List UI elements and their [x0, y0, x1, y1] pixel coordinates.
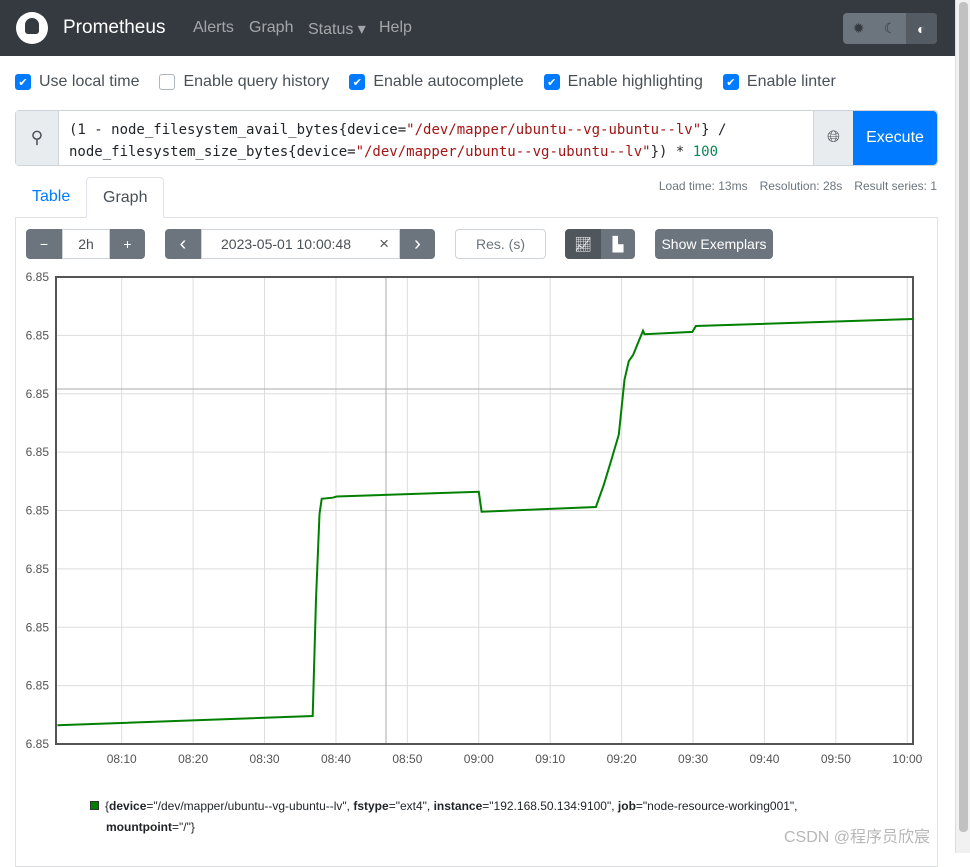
y-tick-label: 6.85	[26, 562, 50, 576]
option-label: Use local time	[39, 73, 140, 90]
option-label: Enable highlighting	[567, 73, 703, 90]
graph-chart[interactable]: 6.85 6.85 6.85 6.85 6.85 6.85 6.85 6.85 6.85 08:1…	[0, 265, 940, 775]
option-label: Enable linter	[746, 73, 836, 90]
option-4[interactable]: ✔ Enable linter	[722, 73, 836, 91]
query-bar: ⚲ (1 - node_filesystem_avail_bytes{devic…	[15, 110, 938, 166]
query-input[interactable]: (1 - node_filesystem_avail_bytes{device=…	[59, 111, 813, 165]
option-3[interactable]: ✔ Enable highlighting	[543, 73, 703, 91]
option-0[interactable]: ✔ Use local time	[15, 73, 139, 91]
x-tick-label: 08:40	[321, 752, 351, 766]
contrast-icon[interactable]: ◐	[905, 13, 937, 44]
checkbox[interactable]: ✔	[722, 74, 739, 90]
option-1[interactable]: Enable query history	[159, 73, 329, 91]
result-series: Result series: 1	[854, 179, 937, 193]
tab-table[interactable]: Table	[16, 177, 86, 218]
x-tick-label: 08:50	[392, 752, 422, 766]
option-label: Enable autocomplete	[373, 73, 524, 90]
resolution: Resolution: 28s	[759, 179, 843, 193]
y-tick-label: 6.85	[26, 679, 50, 693]
sun-icon[interactable]: ✹	[843, 13, 874, 44]
watermark: CSDN @程序员欣宸	[784, 829, 931, 846]
resolution-input[interactable]: Res. (s)	[455, 229, 546, 259]
option-label: Enable query history	[183, 73, 330, 90]
x-tick-label: 09:50	[821, 752, 851, 766]
x-tick-label: 08:30	[250, 752, 280, 766]
clear-icon[interactable]: ×	[379, 234, 389, 254]
x-tick-label: 08:10	[107, 752, 137, 766]
metrics-explorer-icon[interactable]: 🌐︎	[813, 111, 853, 165]
checkbox[interactable]: ✔	[543, 74, 560, 90]
x-tick-label: 09:20	[607, 752, 637, 766]
stacked-chart-icon[interactable]: ▙	[601, 229, 635, 259]
next-time-button[interactable]: ›	[400, 229, 435, 259]
end-time-input[interactable]: 2023-05-01 10:00:48 ×	[201, 229, 400, 259]
brand[interactable]: Prometheus	[63, 17, 165, 39]
x-tick-label: 09:10	[535, 752, 565, 766]
x-tick-label: 09:00	[464, 752, 494, 766]
nav-status[interactable]: Status ▾	[308, 19, 366, 39]
theme-toggle: ✹ ☾ ◐	[843, 13, 937, 44]
prev-time-button[interactable]: ‹	[165, 229, 201, 259]
line-chart-icon[interactable]: 📈︎	[565, 229, 601, 259]
load-time: Load time: 13ms	[658, 179, 748, 193]
decrease-range-button[interactable]: −	[26, 229, 62, 259]
scrollbar[interactable]	[955, 0, 970, 853]
y-tick-label: 6.85	[26, 737, 50, 751]
y-tick-label: 6.85	[26, 504, 50, 518]
checkbox[interactable]: ✔	[349, 74, 366, 90]
tab-graph[interactable]: Graph	[86, 177, 165, 218]
nav-alerts[interactable]: Alerts	[193, 19, 234, 37]
legend[interactable]: {device="/dev/mapper/ubuntu--vg-ubuntu--…	[90, 796, 810, 838]
checkbox[interactable]: ✔	[15, 74, 31, 90]
x-tick-label: 09:40	[749, 752, 779, 766]
increase-range-button[interactable]: +	[110, 229, 145, 259]
y-tick-label: 6.85	[26, 445, 50, 459]
show-exemplars-button[interactable]: Show Exemplars	[655, 229, 773, 259]
navbar: Prometheus Alerts Graph Status ▾ Help ✹ …	[0, 0, 955, 56]
query-stats: Load time: 13ms Resolution: 28s Result s…	[659, 179, 937, 193]
option-2[interactable]: ✔ Enable autocomplete	[349, 73, 524, 91]
y-tick-label: 6.85	[26, 620, 50, 634]
moon-icon[interactable]: ☾	[874, 13, 905, 44]
nav-graph[interactable]: Graph	[249, 19, 293, 37]
x-tick-label: 10:00	[892, 752, 922, 766]
options-row: ✔ Use local time Enable query history ✔ Enab…	[15, 73, 856, 91]
x-tick-label: 08:20	[178, 752, 208, 766]
range-input[interactable]: 2h	[62, 229, 110, 259]
execute-button[interactable]: Execute	[853, 111, 937, 165]
y-tick-label: 6.85	[26, 270, 50, 284]
y-tick-label: 6.85	[26, 387, 50, 401]
x-tick-label: 09:30	[678, 752, 708, 766]
search-icon: ⚲	[16, 111, 59, 165]
series-line	[57, 318, 914, 727]
checkbox[interactable]	[159, 74, 176, 90]
y-tick-label: 6.85	[26, 328, 50, 342]
scrollbar-thumb[interactable]	[959, 2, 968, 832]
nav-help[interactable]: Help	[379, 19, 412, 37]
series-swatch	[90, 801, 99, 810]
prometheus-logo[interactable]	[16, 12, 48, 44]
